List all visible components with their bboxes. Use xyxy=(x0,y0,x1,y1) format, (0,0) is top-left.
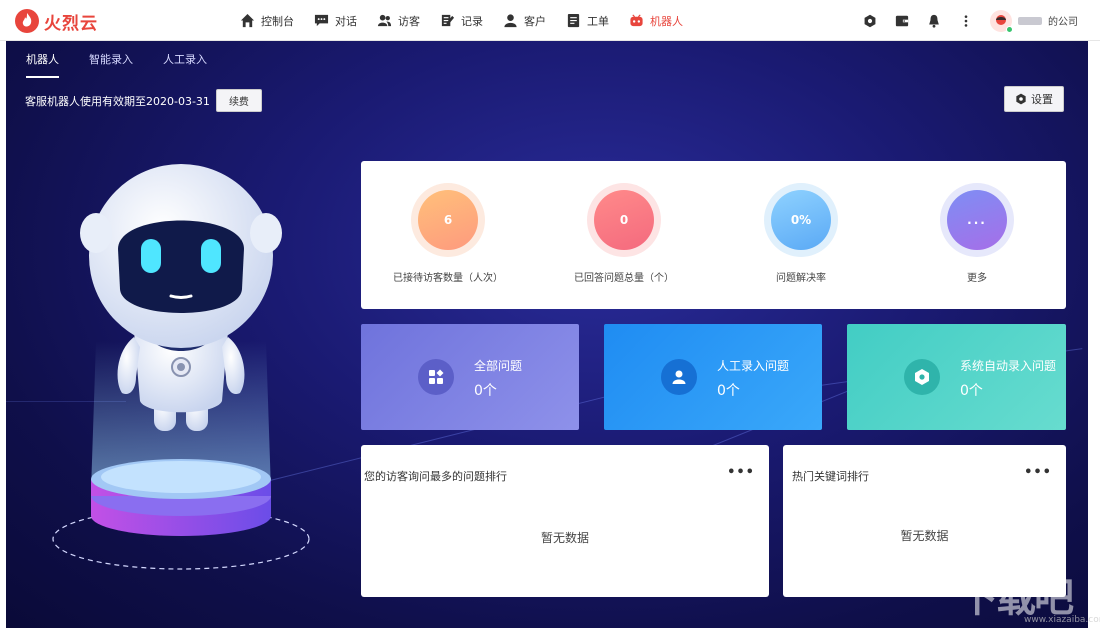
robot-settings-button[interactable]: 设置 xyxy=(1004,86,1064,112)
settings-label: 设置 xyxy=(1031,94,1053,106)
logo-text: 火烈云 xyxy=(44,13,98,34)
nav-item-dashboard[interactable]: 控制台 xyxy=(240,0,294,41)
app-logo[interactable]: 火烈云 xyxy=(14,8,98,34)
renew-button[interactable]: 续费 xyxy=(215,89,262,112)
empty-state-text: 暂无数据 xyxy=(540,531,589,545)
stat-ring: ... xyxy=(940,183,1014,257)
panel-title: 热门关键词排行 xyxy=(792,470,869,483)
avatar xyxy=(990,9,1013,33)
nav-item-visitors[interactable]: 访客 xyxy=(377,0,420,41)
card-title: 人工录入问题 xyxy=(717,359,790,373)
stat-ring: 0 xyxy=(587,183,661,257)
more-menu-button[interactable] xyxy=(958,13,974,29)
nav-label: 记录 xyxy=(461,14,483,28)
wallet-button[interactable] xyxy=(894,13,910,29)
nav-label: 工单 xyxy=(587,14,609,28)
card-count: 0个 xyxy=(474,383,497,399)
robot-illustration xyxy=(52,164,310,570)
record-icon xyxy=(441,14,455,27)
subtab-robot[interactable]: 机器人 xyxy=(26,51,59,78)
visitors-icon xyxy=(377,14,392,27)
nav-item-customers[interactable]: 客户 xyxy=(503,0,546,41)
stat-label: 已回答问题总量（个） xyxy=(574,273,674,284)
nav-item-chat[interactable]: 对话 xyxy=(314,0,357,41)
stat-value: 0 xyxy=(594,190,654,250)
account-menu[interactable]: 的公司 xyxy=(990,9,1078,33)
bell-icon xyxy=(929,14,939,28)
site-watermark-url: www.xiazaiba.com xyxy=(1024,615,1100,625)
card-title: 系统自动录入问题 xyxy=(960,359,1057,373)
stat-value: 6 xyxy=(418,190,478,250)
panel-top-questions: 您的访客询问最多的问题排行 ••• 暂无数据 xyxy=(361,445,769,597)
gear-icon xyxy=(864,14,876,27)
settings-gear-button[interactable] xyxy=(862,13,878,29)
stat-visitors-served: 6 已接待访客数量（人次） xyxy=(363,183,533,284)
robot-subtabs: 机器人 智能录入 人工录入 xyxy=(26,51,207,78)
robot-stats-card: 6 已接待访客数量（人次） 0 已回答问题总量（个） 0% 问题解决率 ... … xyxy=(361,161,1066,309)
wallet-icon xyxy=(895,15,909,26)
nav-item-records[interactable]: 记录 xyxy=(440,0,483,41)
main-nav: 控制台 对话 访客 记录 客户 工单 机器人 xyxy=(240,0,683,41)
customer-icon xyxy=(504,14,517,28)
flame-logo-icon xyxy=(15,9,39,33)
account-name-redacted xyxy=(1018,16,1042,25)
company-name: 的公司 xyxy=(1048,17,1078,28)
nav-item-robot[interactable]: 机器人 xyxy=(629,0,683,41)
subtab-smart-entry[interactable]: 智能录入 xyxy=(89,51,133,78)
card-auto-questions[interactable]: 系统自动录入问题 0个 xyxy=(847,324,1066,430)
panel-more-button[interactable]: ••• xyxy=(1024,465,1052,480)
notification-button[interactable] xyxy=(926,13,942,29)
card-manual-questions[interactable]: 人工录入问题 0个 xyxy=(604,324,822,430)
online-status-dot xyxy=(1006,25,1013,33)
stat-resolution-rate: 0% 问题解决率 xyxy=(716,183,886,284)
nav-label: 访客 xyxy=(398,14,420,28)
card-all-questions[interactable]: 全部问题 0个 xyxy=(361,324,579,430)
robot-dashboard: 机器人 智能录入 人工录入 客服机器人使用有效期至2020-03-31 续费 设… xyxy=(6,41,1088,628)
stat-value: ... xyxy=(947,190,1007,250)
settings-hex-icon xyxy=(1016,93,1026,105)
card-count: 0个 xyxy=(717,383,740,399)
nav-label: 机器人 xyxy=(650,14,683,28)
subtab-manual-entry[interactable]: 人工录入 xyxy=(163,51,207,78)
nav-label: 控制台 xyxy=(261,14,294,28)
stat-ring: 6 xyxy=(411,183,485,257)
stat-label: 问题解决率 xyxy=(776,273,826,284)
auto-settings-icon xyxy=(904,359,940,395)
chat-icon xyxy=(314,14,329,27)
validity-text: 客服机器人使用有效期至2020-03-31 xyxy=(25,94,210,108)
stat-label: 已接待访客数量（人次） xyxy=(393,273,503,284)
top-nav-bar: 火烈云 控制台 对话 访客 记录 客户 工单 机器人 的公司 xyxy=(0,0,1100,41)
vertical-dots-icon xyxy=(964,14,968,27)
robot-icon xyxy=(630,14,643,27)
stat-questions-answered: 0 已回答问题总量（个） xyxy=(539,183,709,284)
stat-value: 0% xyxy=(771,190,831,250)
stat-label: 更多 xyxy=(967,273,987,284)
validity-row: 客服机器人使用有效期至2020-03-31 续费 xyxy=(25,89,262,112)
empty-state-text: 暂无数据 xyxy=(900,529,949,543)
ticket-icon xyxy=(567,13,580,28)
panel-title: 您的访客询问最多的问题排行 xyxy=(364,470,507,483)
user-icon xyxy=(661,359,697,395)
home-icon xyxy=(240,13,255,28)
nav-item-tickets[interactable]: 工单 xyxy=(566,0,609,41)
header-tools: 的公司 xyxy=(862,0,1078,41)
card-count: 0个 xyxy=(960,383,983,399)
stat-more[interactable]: ... 更多 xyxy=(892,183,1062,284)
nav-label: 客户 xyxy=(524,14,546,28)
grid-icon xyxy=(418,359,454,395)
nav-label: 对话 xyxy=(335,14,357,28)
card-title: 全部问题 xyxy=(474,359,523,373)
stat-ring: 0% xyxy=(764,183,838,257)
panel-more-button[interactable]: ••• xyxy=(727,465,755,480)
